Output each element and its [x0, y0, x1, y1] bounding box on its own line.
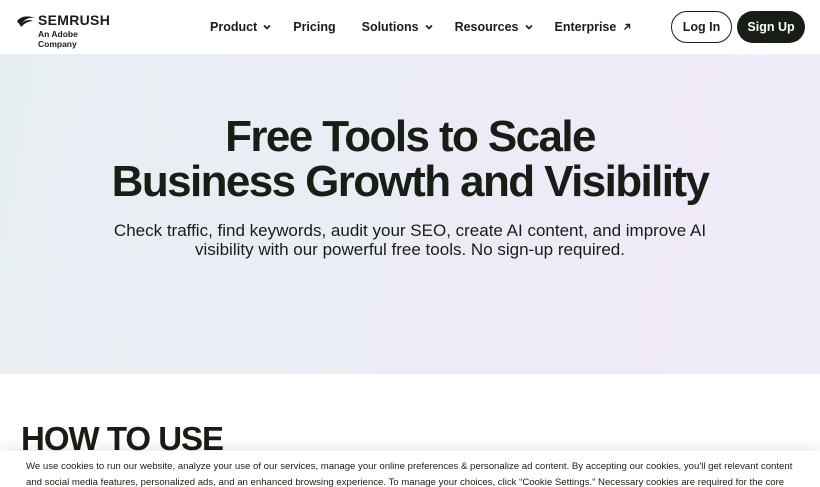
hero-title-line-1: Free Tools to Scale [225, 112, 596, 161]
chevron-down-icon [263, 24, 271, 30]
hero-section: Free Tools to Scale Business Growth and … [0, 54, 820, 374]
external-arrow-icon [624, 23, 631, 30]
hero-title-line-2: Business Growth and Visibility [111, 157, 710, 206]
nav-item-resources[interactable]: Resources [455, 20, 533, 34]
login-button[interactable]: Log In [671, 11, 732, 43]
nav-item-enterprise[interactable]: Enterprise [555, 20, 632, 34]
semrush-logo-icon [17, 15, 35, 27]
nav-item-label: Resources [454, 20, 519, 34]
chevron-down-icon [424, 24, 433, 30]
chevron-down-icon [524, 24, 533, 30]
nav-item-pricing[interactable]: Pricing [293, 20, 335, 34]
logo-row: SEMRUSH [16, 13, 116, 28]
cookie-banner: We use cookies to run our website, analy… [0, 451, 820, 487]
nav-item-solutions[interactable]: Solutions [362, 20, 433, 34]
cookie-banner-text: We use cookies to run our website, analy… [26, 461, 793, 487]
nav-item-label: Solutions [361, 20, 419, 34]
nav-item-label: Product [210, 20, 258, 34]
nav-item-product[interactable]: Product [210, 20, 271, 34]
signup-button[interactable]: Sign Up [737, 11, 805, 43]
site-header: SEMRUSH An Adobe Company Product Pricing… [0, 0, 820, 54]
hero-subtitle: Check traffic, find keywords, audit your… [113, 221, 707, 259]
nav-item-label: Enterprise [554, 20, 617, 34]
hero-title: Free Tools to Scale Business Growth and … [0, 114, 820, 204]
semrush-logo[interactable]: SEMRUSH An Adobe Company [16, 13, 116, 49]
main-nav: Product Pricing Solutions Resources Ente… [210, 18, 631, 36]
nav-item-label: Pricing [293, 20, 336, 34]
logo-brand-text: SEMRUSH [38, 12, 111, 28]
logo-tagline: An Adobe Company [38, 29, 78, 49]
